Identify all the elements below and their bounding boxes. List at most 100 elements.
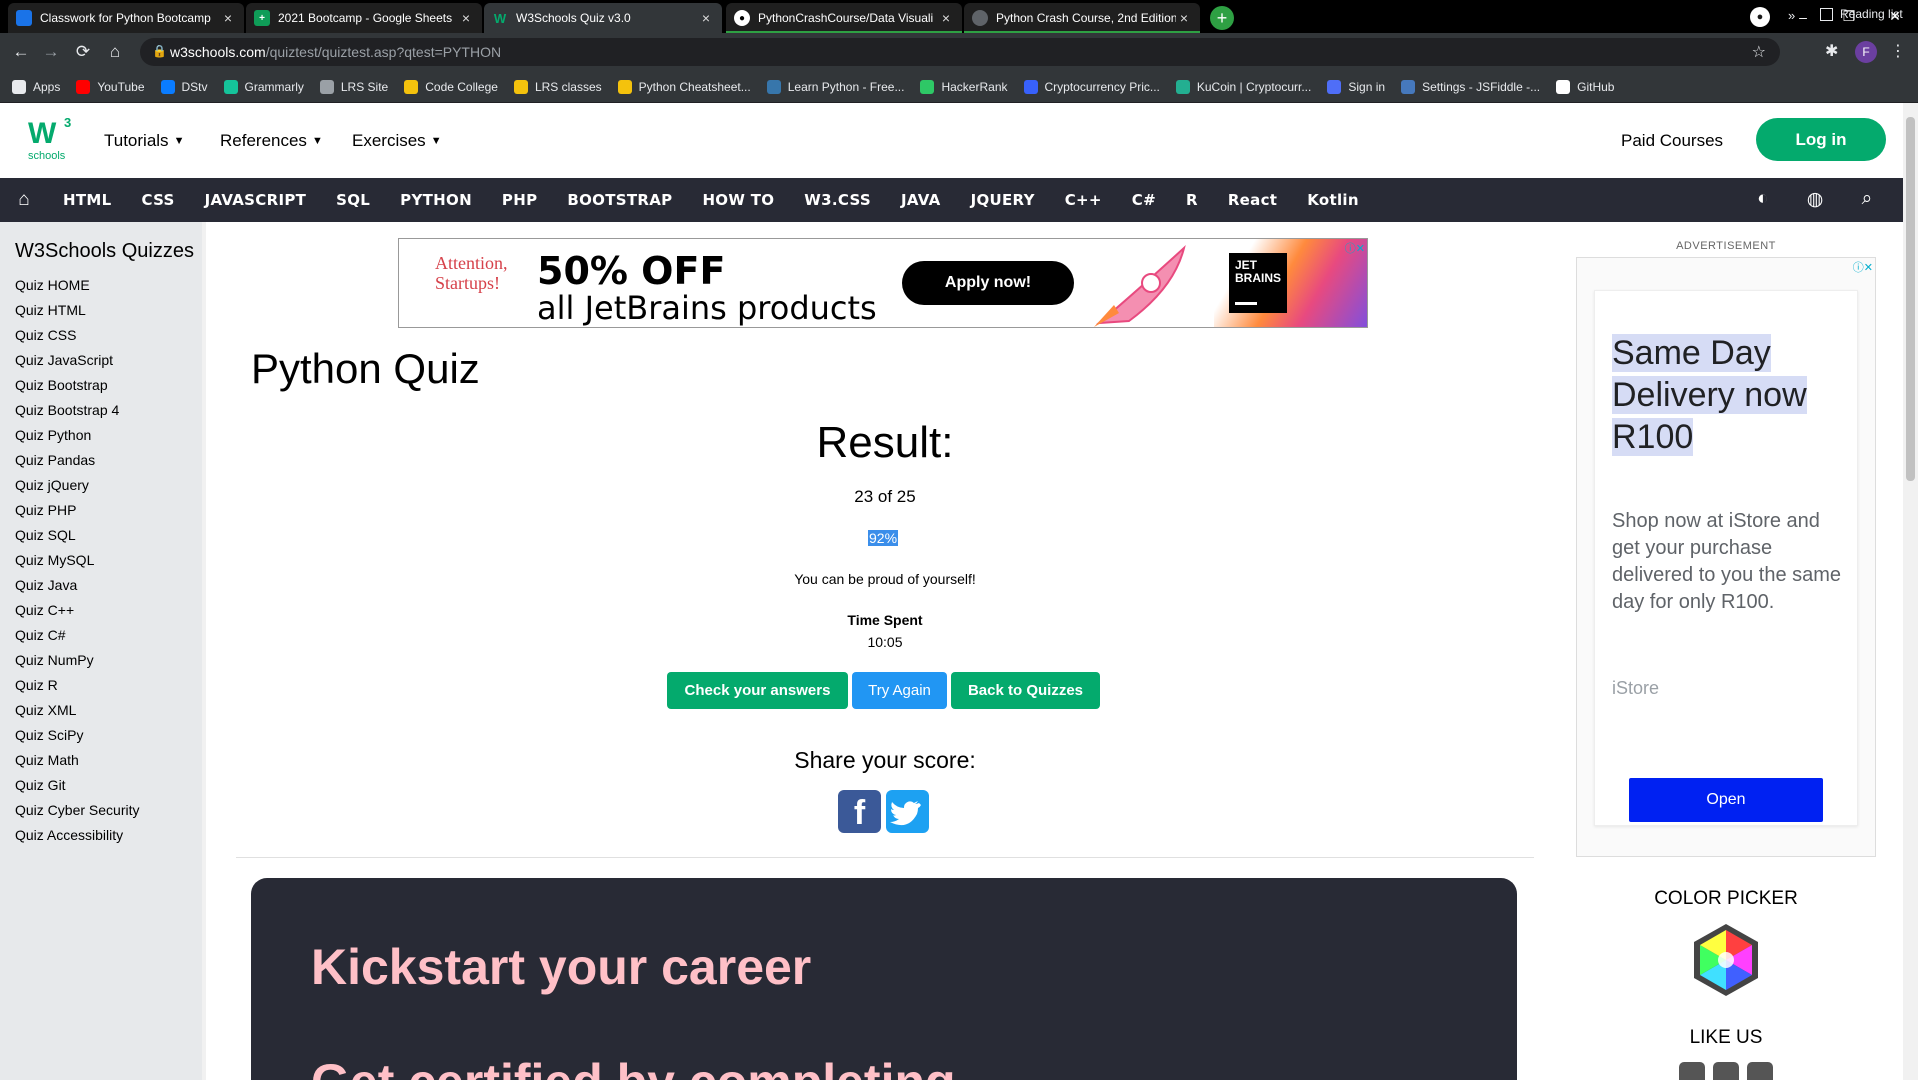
sidebar-quiz-link[interactable]: Quiz Pandas (15, 448, 202, 473)
bookmark-item[interactable]: Python Cheatsheet... (617, 79, 751, 94)
topic-nav-item[interactable]: PHP (487, 191, 552, 209)
sidebar-quiz-link[interactable]: Quiz HTML (15, 298, 202, 323)
topic-nav-item[interactable]: JAVA (886, 191, 956, 209)
istore-ad[interactable]: Same Day Delivery now R100 Shop now at i… (1576, 257, 1876, 857)
sidebar-quiz-link[interactable]: Quiz Cyber Security (15, 798, 202, 823)
topic-nav-item[interactable]: BOOTSTRAP (552, 191, 687, 209)
sidebar-quiz-link[interactable]: Quiz SQL (15, 523, 202, 548)
instagram-icon[interactable] (1713, 1062, 1739, 1080)
topic-nav-item[interactable]: PYTHON (385, 191, 487, 209)
sidebar-quiz-link[interactable]: Quiz MySQL (15, 548, 202, 573)
linkedin-icon[interactable] (1747, 1062, 1773, 1080)
scrollbar-thumb[interactable] (1906, 117, 1915, 481)
home-icon[interactable]: ⌂ (104, 41, 126, 63)
bookmark-item[interactable]: KuCoin | Cryptocurr... (1175, 79, 1311, 94)
sidebar-quiz-link[interactable]: Quiz C# (15, 623, 202, 648)
bookmark-item[interactable]: HackerRank (920, 79, 1008, 94)
bookmark-item[interactable]: YouTube (76, 79, 145, 94)
jetbrains-ad-banner[interactable]: Attention, Startups! 50% OFF all JetBrai… (398, 238, 1368, 328)
extensions-puzzle-icon[interactable]: ✱ (1825, 41, 1838, 61)
topic-nav-item[interactable]: W3.CSS (789, 191, 886, 209)
bookmark-item[interactable]: Grammarly (223, 79, 304, 94)
sidebar-quiz-link[interactable]: Quiz XML (15, 698, 202, 723)
close-icon[interactable]: × (1176, 10, 1192, 26)
dark-mode-icon[interactable]: ◐ (1737, 188, 1789, 211)
istore-open-button[interactable]: Open (1629, 778, 1823, 822)
bookmark-item[interactable]: Code College (404, 79, 498, 94)
topic-nav-item[interactable]: CSS (126, 191, 189, 209)
sidebar-quiz-link[interactable]: Quiz Math (15, 748, 202, 773)
paid-courses-link[interactable]: Paid Courses (1621, 131, 1723, 151)
sidebar-quiz-link[interactable]: Quiz HOME (15, 273, 202, 298)
topic-nav-item[interactable]: C# (1117, 191, 1171, 209)
ad-close-icon[interactable]: ⓘ✕ (1853, 259, 1873, 275)
sidebar-scrollbar[interactable] (202, 222, 206, 1080)
bookmark-item[interactable]: Cryptocurrency Pric... (1023, 79, 1160, 94)
new-tab-button[interactable]: + (1210, 6, 1234, 30)
topic-nav-item[interactable]: Kotlin (1292, 191, 1374, 209)
bookmark-item[interactable]: Sign in (1327, 79, 1385, 94)
sidebar-quiz-link[interactable]: Quiz SciPy (15, 723, 202, 748)
close-icon[interactable]: × (698, 10, 714, 26)
nav-tutorials[interactable]: Tutorials ▼ (104, 131, 184, 151)
try-again-button[interactable]: Try Again (852, 672, 947, 709)
ad-apply-button[interactable]: Apply now! (902, 261, 1074, 305)
bookmark-item[interactable]: Settings - JSFiddle -... (1401, 79, 1540, 94)
topic-nav-item[interactable]: React (1213, 191, 1292, 209)
reload-icon[interactable]: ⟳ (72, 41, 94, 63)
profile-icon[interactable]: ● (1750, 7, 1770, 27)
facebook-icon[interactable] (1679, 1062, 1705, 1080)
back-arrow-icon[interactable]: ← (10, 41, 32, 63)
bookmark-item[interactable]: Apps (12, 79, 60, 94)
sidebar-quiz-link[interactable]: Quiz R (15, 673, 202, 698)
sidebar-quiz-link[interactable]: Quiz Bootstrap 4 (15, 398, 202, 423)
sidebar-quiz-link[interactable]: Quiz NumPy (15, 648, 202, 673)
close-icon[interactable]: × (220, 10, 236, 26)
nav-references[interactable]: References ▼ (220, 131, 323, 151)
bookmark-star-icon[interactable]: ☆ (1752, 42, 1766, 62)
sidebar-quiz-link[interactable]: Quiz Git (15, 773, 202, 798)
bookmark-item[interactable]: GitHub (1556, 79, 1614, 94)
nav-exercises[interactable]: Exercises ▼ (352, 131, 442, 151)
menu-kebab-icon[interactable]: ⋮ (1890, 41, 1906, 61)
w3schools-logo[interactable]: W 3 schools (26, 115, 76, 165)
address-bar[interactable]: 🔒 w3schools.com/quiztest/quiztest.asp?qt… (140, 38, 1780, 66)
bookmark-item[interactable]: LRS classes (513, 79, 602, 94)
globe-icon[interactable]: ◍ (1789, 188, 1841, 211)
sidebar-quiz-link[interactable]: Quiz CSS (15, 323, 202, 348)
topic-nav-item[interactable]: HTML (48, 191, 126, 209)
home-icon[interactable]: ⌂ (0, 189, 48, 211)
sidebar-quiz-link[interactable]: Quiz JavaScript (15, 348, 202, 373)
sidebar-quiz-link[interactable]: Quiz Accessibility (15, 823, 202, 848)
back-to-quizzes-button[interactable]: Back to Quizzes (951, 672, 1100, 709)
ad-close-icon[interactable]: ⓘ✕ (1345, 240, 1365, 256)
twitter-share-icon[interactable] (886, 790, 929, 833)
sidebar-quiz-link[interactable]: Quiz Python (15, 423, 202, 448)
bookmark-item[interactable]: Learn Python - Free... (766, 79, 904, 94)
tab-python-crash-course[interactable]: Python Crash Course, 2nd Edition × (964, 3, 1200, 33)
topic-nav-item[interactable]: JQUERY (956, 191, 1050, 209)
login-button[interactable]: Log in (1756, 118, 1886, 161)
page-scrollbar[interactable] (1903, 103, 1918, 1080)
bookmark-item[interactable]: LRS Site (319, 79, 388, 94)
search-icon[interactable]: ⌕ (1841, 188, 1893, 211)
close-icon[interactable]: × (458, 10, 474, 26)
bookmark-item[interactable]: DStv (160, 79, 208, 94)
sidebar-quiz-link[interactable]: Quiz Java (15, 573, 202, 598)
tab-w3schools-quiz[interactable]: W W3Schools Quiz v3.0 × (484, 3, 722, 33)
forward-arrow-icon[interactable]: → (40, 41, 62, 63)
topic-nav-item[interactable]: R (1171, 191, 1213, 209)
sidebar-quiz-link[interactable]: Quiz C++ (15, 598, 202, 623)
topic-nav-item[interactable]: JAVASCRIPT (190, 191, 322, 209)
facebook-share-icon[interactable]: f (838, 790, 881, 833)
more-bookmarks-icon[interactable]: » (1788, 8, 1795, 23)
topic-nav-item[interactable]: SQL (321, 191, 385, 209)
sidebar-quiz-link[interactable]: Quiz jQuery (15, 473, 202, 498)
profile-avatar[interactable]: F (1855, 41, 1877, 63)
tab-classroom[interactable]: Classwork for Python Bootcamp × (8, 3, 244, 33)
sidebar-quiz-link[interactable]: Quiz Bootstrap (15, 373, 202, 398)
color-picker-wheel-icon[interactable] (1688, 922, 1764, 998)
topic-nav-item[interactable]: HOW TO (687, 191, 789, 209)
reading-list-button[interactable]: Reading list (1820, 7, 1903, 21)
sidebar-quiz-link[interactable]: Quiz PHP (15, 498, 202, 523)
